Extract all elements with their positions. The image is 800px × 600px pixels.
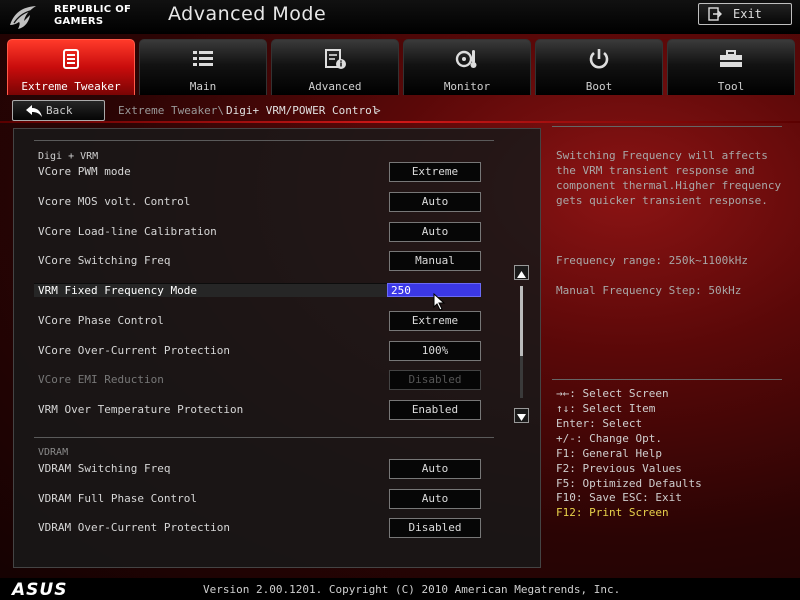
setting-label[interactable]: VCore Phase Control	[38, 314, 388, 327]
settings-panel: Digi + VRM VCore PWM mode Extreme Vcore …	[13, 128, 541, 568]
exit-label: Exit	[733, 7, 762, 21]
setting-label[interactable]: VRM Over Temperature Protection	[38, 403, 388, 416]
setting-value-button[interactable]: Extreme	[389, 162, 481, 182]
advanced-info-icon	[325, 49, 346, 69]
section-label-digi-vrm: Digi + VRM	[38, 151, 99, 162]
setting-value-button[interactable]: Extreme	[389, 311, 481, 331]
setting-label[interactable]: VCore Over-Current Protection	[38, 344, 388, 357]
setting-value-button[interactable]: Auto	[389, 489, 481, 509]
extreme-tweaker-icon	[63, 49, 79, 69]
scroll-up-button[interactable]	[514, 265, 529, 280]
key-hint: F1: General Help	[556, 447, 662, 460]
tab-monitor[interactable]: Monitor	[403, 39, 531, 95]
keys-divider	[552, 379, 782, 380]
key-hint: F5: Optimized Defaults	[556, 477, 702, 490]
key-hint: Enter: Select	[556, 417, 643, 430]
tab-extreme-tweaker[interactable]: Extreme Tweaker	[7, 39, 135, 95]
back-button[interactable]: Back	[12, 100, 105, 121]
breadcrumb-arrow: >	[374, 104, 381, 117]
tab-tool[interactable]: Tool	[667, 39, 795, 95]
setting-label-disabled: VCore EMI Reduction	[38, 373, 164, 386]
asus-logo: ASUS	[12, 580, 68, 600]
setting-label[interactable]: VDRAM Switching Freq	[38, 462, 388, 475]
breadcrumb-parent[interactable]: Extreme Tweaker\	[118, 104, 224, 117]
tab-label: Extreme Tweaker	[21, 80, 121, 93]
section-divider	[34, 437, 494, 438]
help-description-text: Switching Frequency will affects the VRM…	[556, 149, 782, 207]
setting-value-button[interactable]: 100%	[389, 341, 481, 361]
header-divider	[0, 121, 800, 123]
setting-label[interactable]: Vcore MOS volt. Control	[38, 195, 388, 208]
help-divider-top	[552, 126, 782, 127]
tab-label: Monitor	[443, 80, 491, 93]
help-spacer	[556, 223, 792, 238]
power-icon	[589, 49, 609, 69]
mouse-cursor-icon	[433, 293, 446, 311]
tab-advanced[interactable]: Advanced	[271, 39, 399, 95]
setting-value-button[interactable]: Auto	[389, 459, 481, 479]
help-frequency-range: Frequency range: 250k~1100kHz	[556, 254, 749, 267]
setting-value-button[interactable]: Disabled	[389, 518, 481, 538]
tab-label: Tool	[717, 80, 745, 93]
thermometer-fan-icon	[455, 50, 477, 68]
tab-main[interactable]: Main	[139, 39, 267, 95]
scroll-down-button[interactable]	[514, 408, 529, 423]
tab-label: Boot	[585, 80, 613, 93]
setting-label[interactable]: VDRAM Full Phase Control	[38, 492, 388, 505]
triangle-down-icon	[517, 414, 526, 421]
help-description: Switching Frequency will affects the VRM…	[556, 133, 792, 313]
setting-value-button[interactable]: Manual	[389, 251, 481, 271]
setting-label[interactable]: VCore Load-line Calibration	[38, 225, 388, 238]
scrollbar-thumb[interactable]	[520, 286, 523, 356]
key-hint: +/-: Change Opt.	[556, 432, 662, 445]
key-hint: F2: Previous Values	[556, 462, 682, 475]
exit-door-icon	[708, 7, 722, 21]
brand-line-2: GAMERS	[54, 16, 104, 27]
setting-label[interactable]: VCore PWM mode	[38, 165, 388, 178]
back-label: Back	[46, 104, 73, 117]
section-label-vdram: VDRAM	[38, 447, 69, 458]
setting-value-button[interactable]: Enabled	[389, 400, 481, 420]
setting-label-selected[interactable]: VRM Fixed Frequency Mode	[34, 283, 396, 297]
setting-value-button[interactable]: Auto	[389, 222, 481, 242]
help-frequency-step: Manual Frequency Step: 50kHz	[556, 284, 742, 297]
page-title: Advanced Mode	[168, 3, 327, 25]
key-hint: ↑↓: Select Item	[556, 402, 656, 415]
exit-button[interactable]: Exit	[698, 3, 792, 25]
version-text: Version 2.00.1201. Copyright (C) 2010 Am…	[203, 583, 621, 596]
key-hint-highlight: F12: Print Screen	[556, 506, 669, 519]
list-icon	[193, 51, 213, 66]
toolbox-icon	[720, 50, 742, 67]
key-hint: F10: Save ESC: Exit	[556, 491, 682, 504]
header-bar: REPUBLIC OF GAMERS Advanced Mode Exit	[0, 0, 800, 34]
footer-bar: ASUS Version 2.00.1201. Copyright (C) 20…	[0, 578, 800, 600]
breadcrumb-current: Digi+ VRM/POWER Control	[226, 104, 379, 117]
tab-label: Advanced	[308, 80, 362, 93]
section-divider	[34, 140, 494, 141]
back-arrow-icon	[26, 105, 42, 117]
rog-logo-icon	[10, 6, 36, 29]
brand-logo-text: REPUBLIC OF GAMERS	[54, 4, 131, 28]
setting-value-disabled: Disabled	[389, 370, 481, 390]
key-hint: →←: Select Screen	[556, 387, 669, 400]
tab-boot[interactable]: Boot	[535, 39, 663, 95]
setting-label[interactable]: VCore Switching Freq	[38, 254, 388, 267]
triangle-up-icon	[517, 271, 526, 278]
brand-line-1: REPUBLIC OF	[54, 4, 132, 15]
setting-label[interactable]: VDRAM Over-Current Protection	[38, 521, 388, 534]
tab-label: Main	[189, 80, 217, 93]
setting-value-button[interactable]: Auto	[389, 192, 481, 212]
